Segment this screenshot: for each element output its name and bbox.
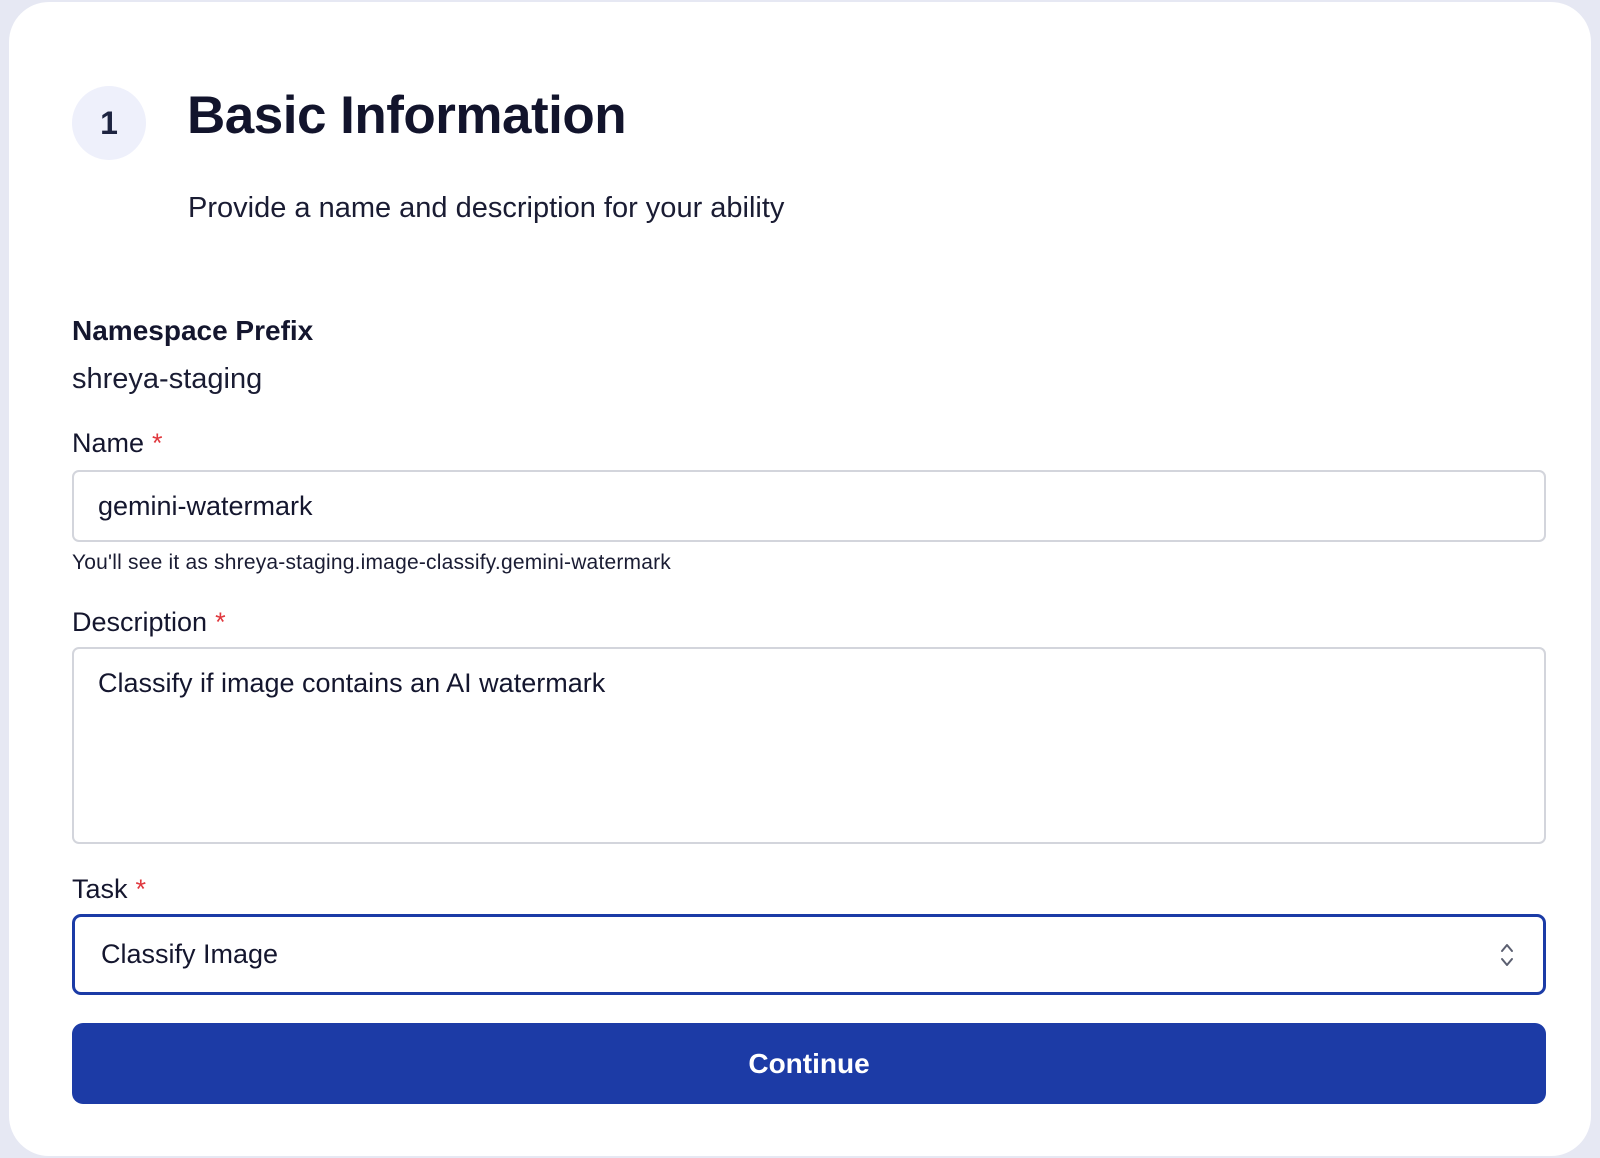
description-label-text: Description xyxy=(72,607,208,637)
required-asterisk: * xyxy=(215,607,226,637)
name-input[interactable] xyxy=(72,470,1546,542)
task-select[interactable]: Classify Image xyxy=(72,914,1546,995)
section-title: Basic Information xyxy=(187,86,627,145)
section-subtitle: Provide a name and description for your … xyxy=(188,192,785,224)
step-number: 1 xyxy=(100,104,118,141)
description-textarea[interactable]: Classify if image contains an AI waterma… xyxy=(72,647,1546,844)
required-asterisk: * xyxy=(152,428,163,458)
name-label-text: Name xyxy=(72,428,145,458)
namespace-prefix-label: Namespace Prefix xyxy=(72,315,314,346)
chevron-up-down-icon xyxy=(1497,940,1517,970)
task-selected-value: Classify Image xyxy=(101,939,279,969)
required-asterisk: * xyxy=(135,874,147,904)
name-helper-text: You'll see it as shreya-staging.image-cl… xyxy=(72,551,672,574)
name-field-label: Name * xyxy=(72,426,163,460)
namespace-prefix-value: shreya-staging xyxy=(72,363,263,395)
basic-information-card: 1 Basic Information Provide a name and d… xyxy=(9,2,1591,1156)
description-field-label: Description * xyxy=(72,605,226,639)
continue-button[interactable]: Continue xyxy=(72,1023,1546,1104)
task-field-label: Task * xyxy=(72,872,146,906)
task-label-text: Task xyxy=(72,874,128,904)
step-number-badge: 1 xyxy=(72,86,146,160)
